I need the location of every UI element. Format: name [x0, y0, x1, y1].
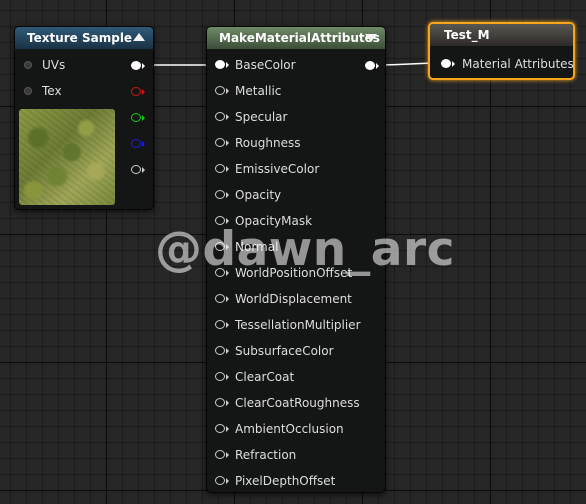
output-pin-rgba-icon[interactable] [131, 61, 141, 70]
pin-label: Refraction [235, 448, 297, 462]
test-m-header[interactable]: Test_M [430, 24, 573, 46]
texture-sample-node[interactable]: Texture Sample UVs Tex [14, 26, 154, 210]
pin-label: Roughness [235, 136, 301, 150]
pin-icon[interactable] [24, 87, 32, 95]
test-m-title: Test_M [444, 28, 490, 42]
pin-label: SubsurfaceColor [235, 344, 334, 358]
output-arrow-icon [142, 63, 145, 69]
collapse-down-icon[interactable] [365, 34, 377, 42]
pin-arrow-icon [226, 270, 229, 276]
pin-arrow-icon [226, 140, 229, 146]
pin-arrow-icon [226, 478, 229, 484]
pin-arrow-icon [226, 62, 229, 68]
pin-label: ClearCoatRoughness [235, 396, 360, 410]
pin-icon[interactable] [215, 320, 225, 329]
pin-arrow-icon [226, 400, 229, 406]
pin-icon[interactable] [215, 190, 225, 199]
pin-arrow-icon [226, 88, 229, 94]
pin-icon[interactable] [24, 61, 32, 69]
pin-label-tex: Tex [42, 84, 62, 98]
output-pin-alpha-icon[interactable] [131, 165, 141, 174]
pin-icon[interactable] [215, 86, 225, 95]
pin-icon[interactable] [215, 476, 225, 485]
output-arrow-icon [142, 89, 145, 95]
pin-arrow-icon [226, 114, 229, 120]
pin-icon[interactable] [215, 294, 225, 303]
pin-arrow-icon [226, 374, 229, 380]
pin-icon[interactable] [215, 216, 225, 225]
test-m-material-node[interactable]: Test_M Material Attributes [428, 22, 575, 80]
pin-arrow-icon [226, 426, 229, 432]
make-material-attributes-title: MakeMaterialAttributes [219, 31, 380, 45]
texture-sample-header[interactable]: Texture Sample [15, 27, 153, 49]
pin-icon[interactable] [215, 346, 225, 355]
pin-label-uvs: UVs [42, 58, 66, 72]
pin-icon[interactable] [215, 164, 225, 173]
pin-label: WorldPositionOffset [235, 266, 353, 280]
output-arrow-icon [376, 63, 379, 69]
pin-label: TessellationMultiplier [235, 318, 361, 332]
pin-arrow-icon [226, 166, 229, 172]
pin-icon[interactable] [215, 398, 225, 407]
pin-label: Specular [235, 110, 288, 124]
pin-icon[interactable] [215, 268, 225, 277]
pin-label: ClearCoat [235, 370, 295, 384]
output-pin-green-icon[interactable] [131, 113, 141, 122]
output-pin-red-icon[interactable] [131, 87, 141, 96]
pin-arrow-icon [452, 61, 455, 67]
pin-icon[interactable] [441, 59, 451, 68]
output-arrow-icon [142, 167, 145, 173]
pin-icon[interactable] [215, 242, 225, 251]
pin-label: WorldDisplacement [235, 292, 352, 306]
pin-label-material-attributes: Material Attributes [462, 57, 574, 71]
make-material-attributes-node[interactable]: MakeMaterialAttributes BaseColor Metallic… [206, 26, 386, 493]
pin-label: PixelDepthOffset [235, 474, 336, 488]
output-pin-blue-icon[interactable] [131, 139, 141, 148]
pin-label: OpacityMask [235, 214, 313, 228]
texture-preview-thumbnail [19, 109, 115, 205]
output-arrow-icon [142, 115, 145, 121]
make-material-attributes-header[interactable]: MakeMaterialAttributes [207, 27, 385, 49]
pin-label: EmissiveColor [235, 162, 320, 176]
pin-label: Normal [235, 240, 279, 254]
pin-connected-icon[interactable] [215, 60, 225, 69]
pin-arrow-icon [226, 452, 229, 458]
pin-label: AmbientOcclusion [235, 422, 344, 436]
pin-label: BaseColor [235, 58, 296, 72]
pin-icon[interactable] [215, 112, 225, 121]
pin-arrow-icon [226, 322, 229, 328]
output-arrow-icon [142, 141, 145, 147]
pin-arrow-icon [226, 244, 229, 250]
pin-icon[interactable] [215, 424, 225, 433]
pin-icon[interactable] [215, 372, 225, 381]
pin-arrow-icon [226, 296, 229, 302]
pin-arrow-icon [226, 192, 229, 198]
output-pin-attributes-icon[interactable] [365, 61, 375, 70]
texture-sample-title: Texture Sample [27, 31, 133, 45]
collapse-up-icon[interactable] [133, 33, 145, 41]
pin-arrow-icon [226, 218, 229, 224]
pin-icon[interactable] [215, 138, 225, 147]
pin-arrow-icon [226, 348, 229, 354]
pin-label: Metallic [235, 84, 282, 98]
pin-icon[interactable] [215, 450, 225, 459]
pin-label: Opacity [235, 188, 282, 202]
